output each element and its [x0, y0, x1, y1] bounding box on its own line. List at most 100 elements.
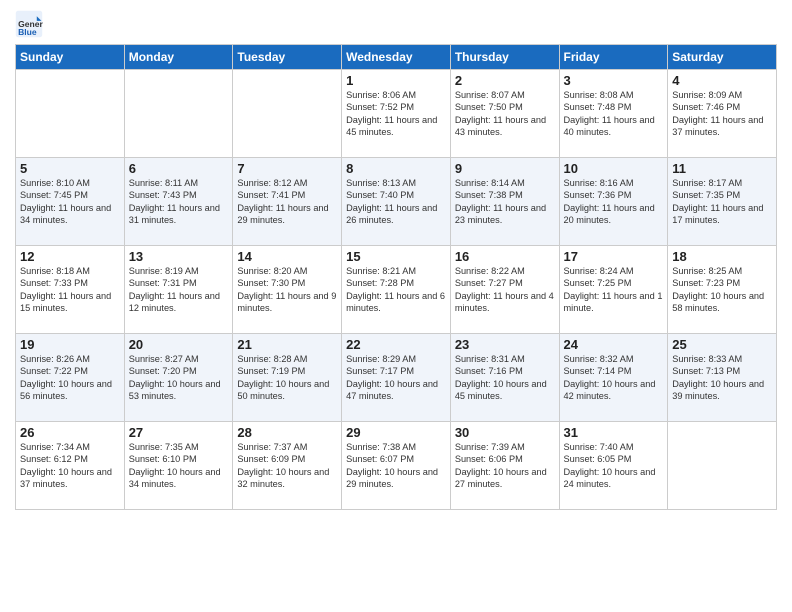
- col-header-tuesday: Tuesday: [233, 45, 342, 70]
- day-info: Sunrise: 8:32 AMSunset: 7:14 PMDaylight:…: [564, 353, 664, 403]
- calendar-cell: 20Sunrise: 8:27 AMSunset: 7:20 PMDayligh…: [124, 334, 233, 422]
- day-number: 10: [564, 161, 664, 176]
- header: General Blue: [15, 10, 777, 38]
- calendar-cell: 14Sunrise: 8:20 AMSunset: 7:30 PMDayligh…: [233, 246, 342, 334]
- day-number: 11: [672, 161, 772, 176]
- day-info: Sunrise: 8:25 AMSunset: 7:23 PMDaylight:…: [672, 265, 772, 315]
- day-info: Sunrise: 8:29 AMSunset: 7:17 PMDaylight:…: [346, 353, 446, 403]
- day-number: 8: [346, 161, 446, 176]
- day-number: 22: [346, 337, 446, 352]
- calendar-cell: [668, 422, 777, 510]
- calendar-cell: 18Sunrise: 8:25 AMSunset: 7:23 PMDayligh…: [668, 246, 777, 334]
- day-number: 24: [564, 337, 664, 352]
- day-number: 31: [564, 425, 664, 440]
- calendar-cell: 30Sunrise: 7:39 AMSunset: 6:06 PMDayligh…: [450, 422, 559, 510]
- calendar-cell: 1Sunrise: 8:06 AMSunset: 7:52 PMDaylight…: [342, 70, 451, 158]
- day-number: 5: [20, 161, 120, 176]
- col-header-thursday: Thursday: [450, 45, 559, 70]
- calendar-cell: 8Sunrise: 8:13 AMSunset: 7:40 PMDaylight…: [342, 158, 451, 246]
- day-info: Sunrise: 8:22 AMSunset: 7:27 PMDaylight:…: [455, 265, 555, 315]
- day-number: 30: [455, 425, 555, 440]
- day-info: Sunrise: 8:09 AMSunset: 7:46 PMDaylight:…: [672, 89, 772, 139]
- col-header-wednesday: Wednesday: [342, 45, 451, 70]
- day-info: Sunrise: 8:12 AMSunset: 7:41 PMDaylight:…: [237, 177, 337, 227]
- calendar-week-row: 26Sunrise: 7:34 AMSunset: 6:12 PMDayligh…: [16, 422, 777, 510]
- calendar-cell: [233, 70, 342, 158]
- day-number: 19: [20, 337, 120, 352]
- calendar-cell: 27Sunrise: 7:35 AMSunset: 6:10 PMDayligh…: [124, 422, 233, 510]
- day-number: 14: [237, 249, 337, 264]
- calendar-table: SundayMondayTuesdayWednesdayThursdayFrid…: [15, 44, 777, 510]
- calendar-cell: 26Sunrise: 7:34 AMSunset: 6:12 PMDayligh…: [16, 422, 125, 510]
- day-number: 25: [672, 337, 772, 352]
- calendar-cell: 22Sunrise: 8:29 AMSunset: 7:17 PMDayligh…: [342, 334, 451, 422]
- day-info: Sunrise: 7:35 AMSunset: 6:10 PMDaylight:…: [129, 441, 229, 491]
- day-number: 12: [20, 249, 120, 264]
- day-number: 16: [455, 249, 555, 264]
- day-number: 6: [129, 161, 229, 176]
- calendar-week-row: 1Sunrise: 8:06 AMSunset: 7:52 PMDaylight…: [16, 70, 777, 158]
- day-number: 3: [564, 73, 664, 88]
- col-header-monday: Monday: [124, 45, 233, 70]
- calendar-cell: 6Sunrise: 8:11 AMSunset: 7:43 PMDaylight…: [124, 158, 233, 246]
- day-number: 21: [237, 337, 337, 352]
- day-number: 9: [455, 161, 555, 176]
- day-info: Sunrise: 8:26 AMSunset: 7:22 PMDaylight:…: [20, 353, 120, 403]
- calendar-cell: 13Sunrise: 8:19 AMSunset: 7:31 PMDayligh…: [124, 246, 233, 334]
- calendar-cell: 16Sunrise: 8:22 AMSunset: 7:27 PMDayligh…: [450, 246, 559, 334]
- day-number: 2: [455, 73, 555, 88]
- calendar-header-row: SundayMondayTuesdayWednesdayThursdayFrid…: [16, 45, 777, 70]
- day-info: Sunrise: 7:34 AMSunset: 6:12 PMDaylight:…: [20, 441, 120, 491]
- logo-icon: General Blue: [15, 10, 43, 38]
- day-number: 13: [129, 249, 229, 264]
- day-number: 20: [129, 337, 229, 352]
- calendar-cell: 21Sunrise: 8:28 AMSunset: 7:19 PMDayligh…: [233, 334, 342, 422]
- day-number: 18: [672, 249, 772, 264]
- day-info: Sunrise: 8:10 AMSunset: 7:45 PMDaylight:…: [20, 177, 120, 227]
- day-info: Sunrise: 8:31 AMSunset: 7:16 PMDaylight:…: [455, 353, 555, 403]
- calendar-cell: 4Sunrise: 8:09 AMSunset: 7:46 PMDaylight…: [668, 70, 777, 158]
- day-number: 17: [564, 249, 664, 264]
- calendar-cell: 9Sunrise: 8:14 AMSunset: 7:38 PMDaylight…: [450, 158, 559, 246]
- svg-text:Blue: Blue: [18, 27, 37, 37]
- day-info: Sunrise: 8:27 AMSunset: 7:20 PMDaylight:…: [129, 353, 229, 403]
- col-header-sunday: Sunday: [16, 45, 125, 70]
- calendar-cell: 10Sunrise: 8:16 AMSunset: 7:36 PMDayligh…: [559, 158, 668, 246]
- day-number: 4: [672, 73, 772, 88]
- day-number: 29: [346, 425, 446, 440]
- day-info: Sunrise: 7:39 AMSunset: 6:06 PMDaylight:…: [455, 441, 555, 491]
- col-header-saturday: Saturday: [668, 45, 777, 70]
- calendar-cell: 23Sunrise: 8:31 AMSunset: 7:16 PMDayligh…: [450, 334, 559, 422]
- day-number: 27: [129, 425, 229, 440]
- logo: General Blue: [15, 10, 47, 38]
- day-number: 1: [346, 73, 446, 88]
- calendar-cell: 24Sunrise: 8:32 AMSunset: 7:14 PMDayligh…: [559, 334, 668, 422]
- calendar-cell: [124, 70, 233, 158]
- col-header-friday: Friday: [559, 45, 668, 70]
- day-number: 26: [20, 425, 120, 440]
- calendar-cell: [16, 70, 125, 158]
- calendar-cell: 11Sunrise: 8:17 AMSunset: 7:35 PMDayligh…: [668, 158, 777, 246]
- day-info: Sunrise: 8:13 AMSunset: 7:40 PMDaylight:…: [346, 177, 446, 227]
- calendar-cell: 3Sunrise: 8:08 AMSunset: 7:48 PMDaylight…: [559, 70, 668, 158]
- day-number: 23: [455, 337, 555, 352]
- day-info: Sunrise: 8:06 AMSunset: 7:52 PMDaylight:…: [346, 89, 446, 139]
- calendar-cell: 7Sunrise: 8:12 AMSunset: 7:41 PMDaylight…: [233, 158, 342, 246]
- calendar-week-row: 19Sunrise: 8:26 AMSunset: 7:22 PMDayligh…: [16, 334, 777, 422]
- calendar-cell: 28Sunrise: 7:37 AMSunset: 6:09 PMDayligh…: [233, 422, 342, 510]
- day-info: Sunrise: 8:24 AMSunset: 7:25 PMDaylight:…: [564, 265, 664, 315]
- calendar-cell: 17Sunrise: 8:24 AMSunset: 7:25 PMDayligh…: [559, 246, 668, 334]
- day-info: Sunrise: 8:18 AMSunset: 7:33 PMDaylight:…: [20, 265, 120, 315]
- day-info: Sunrise: 8:19 AMSunset: 7:31 PMDaylight:…: [129, 265, 229, 315]
- day-info: Sunrise: 8:11 AMSunset: 7:43 PMDaylight:…: [129, 177, 229, 227]
- calendar-cell: 2Sunrise: 8:07 AMSunset: 7:50 PMDaylight…: [450, 70, 559, 158]
- day-info: Sunrise: 8:14 AMSunset: 7:38 PMDaylight:…: [455, 177, 555, 227]
- day-number: 28: [237, 425, 337, 440]
- day-info: Sunrise: 8:28 AMSunset: 7:19 PMDaylight:…: [237, 353, 337, 403]
- calendar-cell: 19Sunrise: 8:26 AMSunset: 7:22 PMDayligh…: [16, 334, 125, 422]
- day-info: Sunrise: 8:07 AMSunset: 7:50 PMDaylight:…: [455, 89, 555, 139]
- calendar-cell: 31Sunrise: 7:40 AMSunset: 6:05 PMDayligh…: [559, 422, 668, 510]
- day-info: Sunrise: 8:21 AMSunset: 7:28 PMDaylight:…: [346, 265, 446, 315]
- calendar-cell: 5Sunrise: 8:10 AMSunset: 7:45 PMDaylight…: [16, 158, 125, 246]
- calendar-cell: 25Sunrise: 8:33 AMSunset: 7:13 PMDayligh…: [668, 334, 777, 422]
